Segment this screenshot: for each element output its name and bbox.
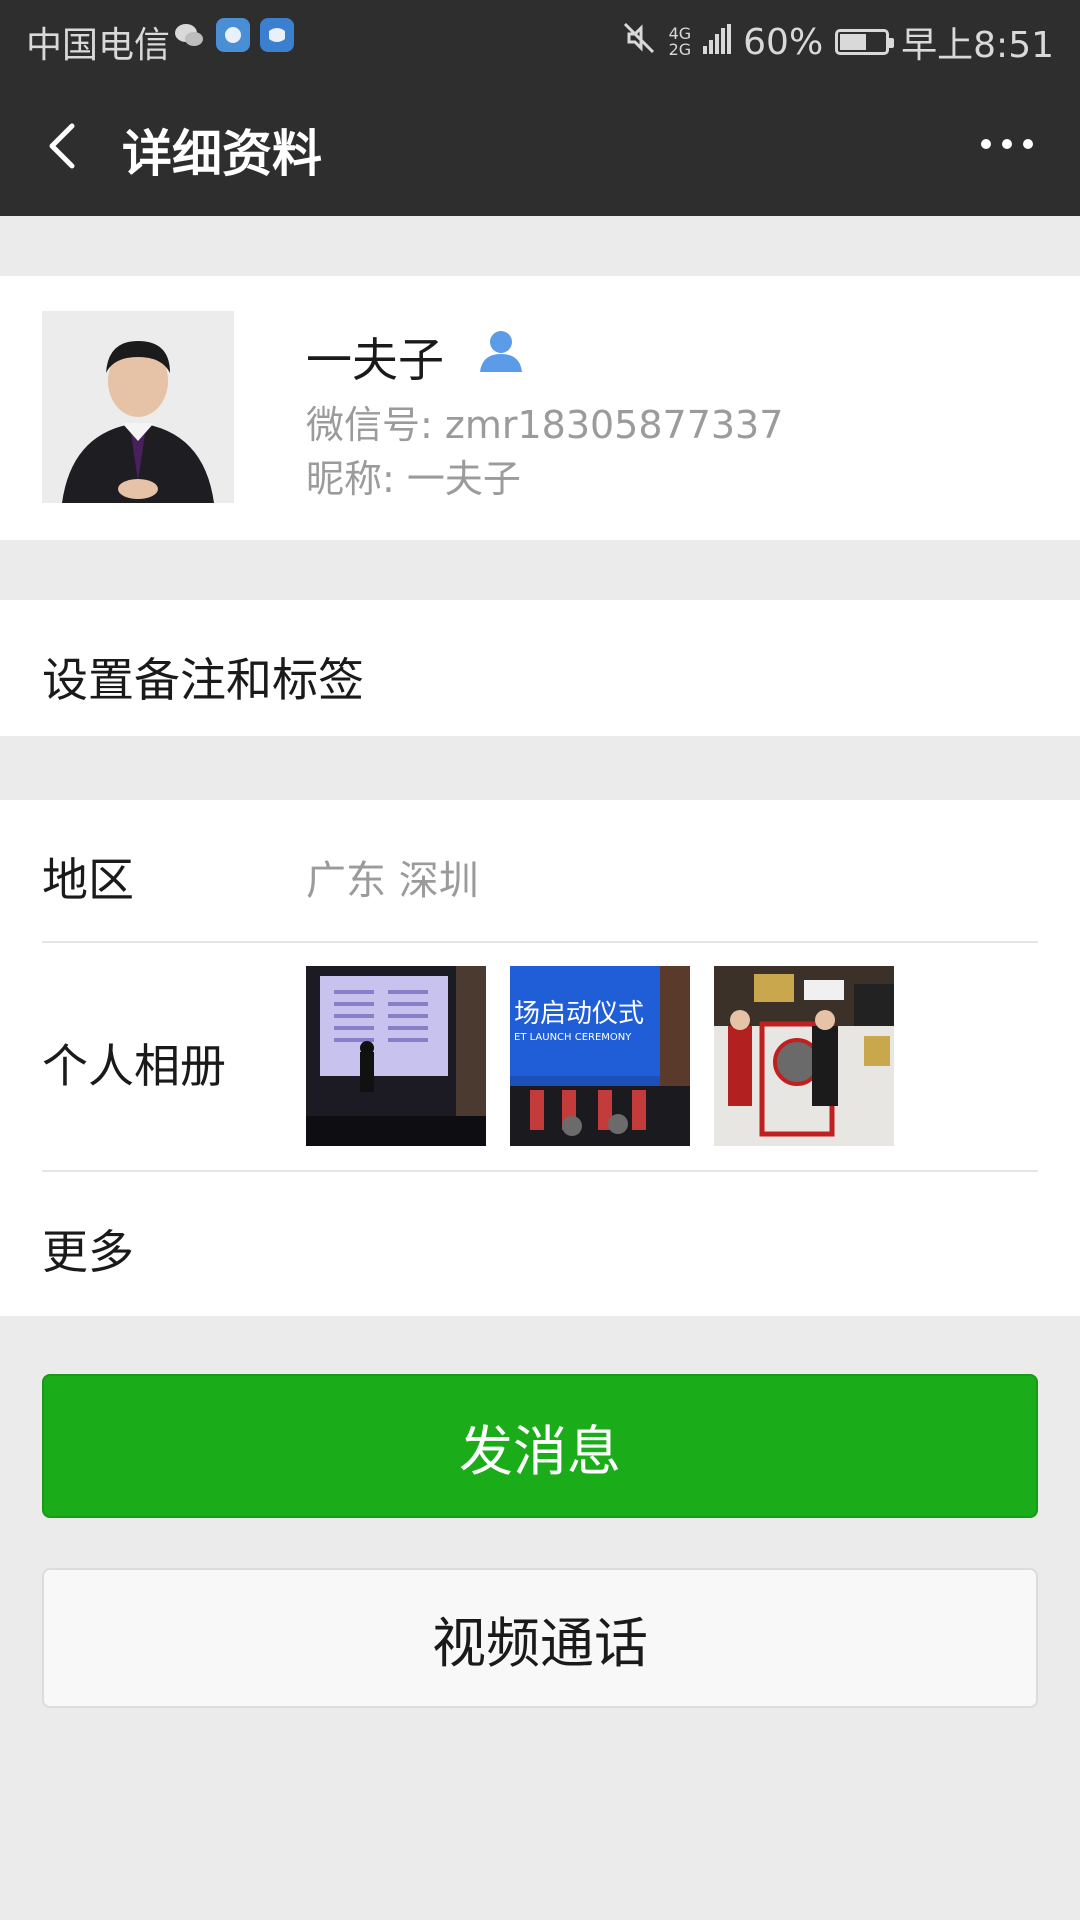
network-type: 4G 2G: [668, 24, 692, 59]
avatar[interactable]: [42, 311, 234, 503]
app-icon: [216, 18, 250, 52]
page-title: 详细资料: [122, 125, 322, 183]
profile-card[interactable]: 一夫子 微信号: zmr18305877337 昵称: 一夫子: [0, 276, 1080, 540]
set-remark-label: 设置备注和标签: [42, 653, 364, 707]
battery-icon: [835, 29, 895, 55]
more-label: 更多: [42, 1225, 134, 1279]
battery-percent: 60%: [743, 21, 824, 63]
region-value: 广东 深圳: [306, 858, 479, 904]
person-icon: [476, 326, 526, 376]
nav-header: 详细资料: [0, 78, 1080, 216]
more-dots-icon[interactable]: [972, 114, 1042, 174]
nickname: 昵称: 一夫子: [306, 457, 521, 501]
mute-icon: [621, 20, 657, 65]
signal-icon: [703, 22, 732, 63]
album-thumbnail[interactable]: [306, 966, 486, 1146]
chevron-left-icon[interactable]: [38, 116, 98, 176]
battery-level: [840, 34, 867, 50]
album-thumbnail-subtitle: ET LAUNCH CEREMONY: [514, 1032, 632, 1043]
carrier-label: 中国电信: [26, 25, 171, 66]
set-remark-row[interactable]: 设置备注和标签: [0, 600, 1080, 736]
album-thumbnail[interactable]: 场启动仪式 ET LAUNCH CEREMONY: [510, 966, 690, 1146]
album-label: 个人相册: [42, 1039, 226, 1093]
status-notification-icons: [172, 18, 294, 52]
region-label: 地区: [42, 853, 134, 907]
app-icon: [260, 18, 294, 52]
wechat-icon: [172, 18, 206, 52]
divider: [42, 1170, 1038, 1172]
clock: 早上8:51: [901, 25, 1054, 66]
video-call-button[interactable]: 视频通话: [42, 1568, 1038, 1708]
status-bar: 中国电信 4G 2G 60% 早上8:51: [0, 0, 1080, 78]
divider: [42, 941, 1038, 943]
wechat-id: 微信号: zmr18305877337: [306, 403, 784, 447]
album-thumbnail[interactable]: [714, 966, 894, 1146]
album-thumbnail-title: 场启动仪式: [514, 999, 644, 1029]
status-right: 4G 2G 60% 早上8:51: [621, 16, 1054, 68]
details-card: 地区 广东 深圳 个人相册 场启动仪式 ET LAUNCH CEREMONY 更…: [0, 800, 1080, 1316]
send-message-button[interactable]: 发消息: [42, 1374, 1038, 1518]
profile-name: 一夫子: [306, 333, 444, 387]
